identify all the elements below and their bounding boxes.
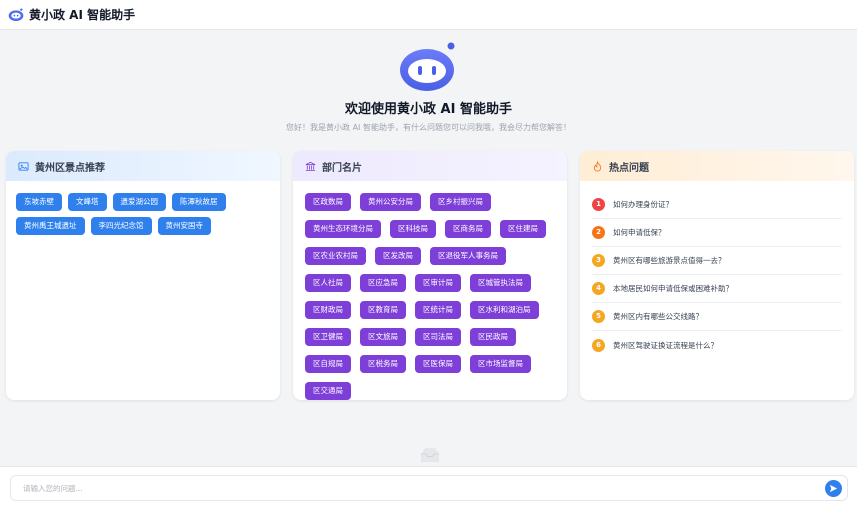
hot-questions-header: 热点问题	[580, 151, 854, 181]
department-chip[interactable]: 区政数局	[305, 193, 351, 211]
chat-input[interactable]	[11, 476, 801, 501]
department-card-title: 部门名片	[322, 162, 362, 174]
scenic-chip[interactable]: 黄州安国寺	[157, 217, 211, 235]
image-icon	[18, 161, 29, 171]
hot-question-text: 黄州区有哪些旅游景点值得一去？	[613, 256, 726, 265]
department-chip[interactable]: 区文旅局	[360, 328, 406, 346]
welcome-hero: 欢迎使用黄小政 AI 智能助手 您好！我是黄小政 AI 智能助手，有什么问题您可…	[0, 40, 857, 133]
department-chip[interactable]: 区退役军人事务局	[430, 247, 506, 265]
welcome-subtitle: 您好！我是黄小政 AI 智能助手，有什么问题您可以问我哦，我会尽力帮您解答！	[286, 123, 571, 132]
welcome-title: 欢迎使用黄小政 AI 智能助手	[345, 102, 512, 117]
department-card-header: 部门名片	[293, 151, 567, 181]
department-chip[interactable]: 区应急局	[360, 274, 406, 292]
scenic-chip[interactable]: 文峰塔	[68, 193, 107, 211]
department-chip[interactable]: 区农业农村局	[305, 247, 366, 265]
department-chip[interactable]: 区市场监督局	[470, 355, 531, 373]
scenic-chip[interactable]: 陈潭秋故居	[172, 193, 226, 211]
department-chip[interactable]: 区交通局	[305, 382, 351, 400]
scenic-card-title: 黄州区景点推荐	[35, 162, 105, 174]
hot-question-text: 如何申请低保？	[613, 228, 666, 237]
hot-question-text: 如何办理身份证？	[613, 200, 673, 209]
hot-question-list: 1 如何办理身份证？ 2 如何申请低保？ 3 黄州区有哪些旅游景点值得一去？ 4 本地居民如何…	[580, 181, 854, 359]
scenic-card-header: 黄州区景点推荐	[6, 151, 280, 181]
department-chip[interactable]: 区乡村振兴局	[430, 193, 491, 211]
department-chip[interactable]: 区审计局	[415, 274, 461, 292]
rank-badge: 4	[592, 282, 605, 295]
rank-badge: 2	[592, 226, 605, 239]
department-chip[interactable]: 区水利和湖泊局	[470, 301, 539, 319]
hot-questions-title: 热点问题	[609, 162, 649, 174]
department-chip[interactable]: 区民政局	[470, 328, 516, 346]
department-chip-list: 区政数局 黄州公安分局 区乡村振兴局黄州生态环境分局 区科技局 区商务局 区住建局区农业农…	[293, 181, 567, 400]
chat-input-container	[10, 475, 848, 501]
hot-question-item[interactable]: 3 黄州区有哪些旅游景点值得一去？	[592, 247, 842, 275]
department-chip[interactable]: 区医保局	[415, 355, 461, 373]
department-chip[interactable]: 区人社局	[305, 274, 351, 292]
hot-question-item[interactable]: 1 如何办理身份证？	[592, 191, 842, 219]
hot-question-item[interactable]: 4 本地居民如何申请低保或困难补助？	[592, 275, 842, 303]
department-chip[interactable]: 区自规局	[305, 355, 351, 373]
app-title: 黄小政 AI 智能助手	[29, 8, 136, 22]
hot-question-item[interactable]: 6 黄州区驾驶证换证流程是什么？	[592, 331, 842, 359]
department-chip[interactable]: 区城管执法局	[470, 274, 531, 292]
department-chip[interactable]: 黄州公安分局	[360, 193, 421, 211]
scenic-card: 黄州区景点推荐 东坡赤壁 文峰塔 遗爱湖公园 陈潭秋故居黄州禹王城遗址 李四光纪念馆 黄州…	[6, 151, 280, 400]
hot-question-item[interactable]: 5 黄州区内有哪些公交线路？	[592, 303, 842, 331]
department-chip[interactable]: 区发改局	[375, 247, 421, 265]
department-chip[interactable]: 区商务局	[445, 220, 491, 238]
hot-question-item[interactable]: 2 如何申请低保？	[592, 219, 842, 247]
department-chip[interactable]: 区住建局	[500, 220, 546, 238]
scenic-chip[interactable]: 遗爱湖公园	[112, 193, 166, 211]
robot-logo-icon	[8, 7, 24, 21]
scenic-chip[interactable]: 李四光纪念馆	[90, 217, 152, 235]
department-chip[interactable]: 区税务局	[360, 355, 406, 373]
department-chip[interactable]: 区统计局	[415, 301, 461, 319]
rank-badge: 1	[592, 198, 605, 211]
department-chip[interactable]: 区司法局	[415, 328, 461, 346]
department-chip[interactable]: 黄州生态环境分局	[305, 220, 381, 238]
rank-badge: 6	[592, 338, 605, 352]
department-chip[interactable]: 区科技局	[390, 220, 436, 238]
hot-question-text: 黄州区驾驶证换证流程是什么？	[613, 340, 718, 350]
rank-badge: 3	[592, 254, 605, 267]
hot-question-text: 黄州区内有哪些公交线路？	[613, 312, 703, 321]
hot-question-text: 本地居民如何申请低保或困难补助？	[613, 284, 733, 293]
department-chip[interactable]: 区财政局	[305, 301, 351, 319]
scenic-chip[interactable]: 黄州禹王城遗址	[16, 217, 85, 235]
chat-input-bar	[0, 466, 857, 506]
scenic-chip-list: 东坡赤壁 文峰塔 遗爱湖公园 陈潭秋故居黄州禹王城遗址 李四光纪念馆 黄州安国寺	[6, 181, 280, 247]
building-icon	[305, 161, 316, 171]
department-chip[interactable]: 区教育局	[360, 301, 406, 319]
send-icon	[829, 484, 838, 493]
top-bar: 黄小政 AI 智能助手	[0, 0, 857, 30]
fire-icon	[593, 160, 602, 171]
scenic-chip[interactable]: 东坡赤壁	[16, 193, 62, 211]
robot-mascot-icon	[399, 42, 454, 91]
department-card: 部门名片 区政数局 黄州公安分局 区乡村振兴局黄州生态环境分局 区科技局 区商务局 区住建…	[293, 151, 567, 400]
inbox-icon	[421, 448, 439, 462]
hot-questions-card: 热点问题 1 如何办理身份证？ 2 如何申请低保？ 3 黄州区有哪些旅游景点值得一去？ 4 本…	[580, 151, 854, 400]
send-button[interactable]	[825, 480, 842, 497]
department-chip[interactable]: 区卫健局	[305, 328, 351, 346]
rank-badge: 5	[592, 310, 605, 323]
